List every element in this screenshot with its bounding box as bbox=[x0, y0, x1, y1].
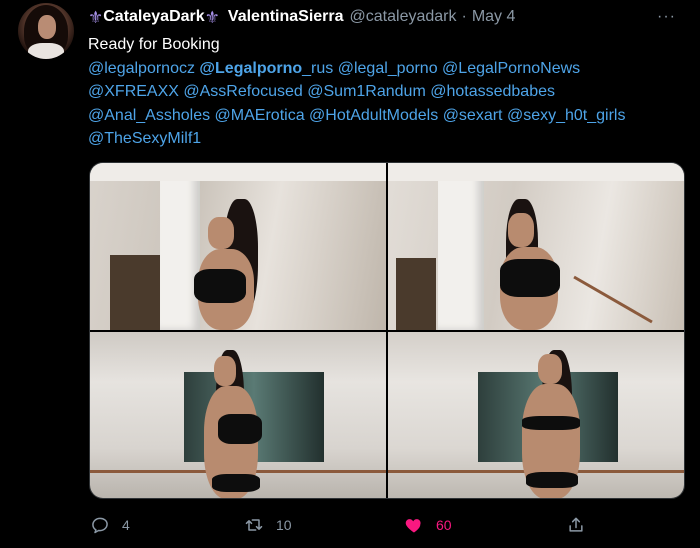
figure-head bbox=[538, 353, 562, 384]
figure-bottom bbox=[212, 473, 260, 492]
avatar-shirt bbox=[28, 43, 64, 59]
figure-shape bbox=[508, 349, 608, 498]
pillar-shape bbox=[438, 163, 484, 330]
avatar-face bbox=[38, 15, 56, 39]
ceiling-beam bbox=[388, 163, 684, 181]
figure-top bbox=[522, 415, 580, 430]
mentions-line-1: @legalpornocz @Legalporno_rus @legal_por… bbox=[88, 57, 688, 81]
mentions-line-4: @TheSexyMilf1 bbox=[88, 127, 688, 151]
mention-link[interactable]: @hotassedbabes bbox=[430, 83, 555, 100]
reply-count: 4 bbox=[122, 517, 130, 533]
display-name[interactable]: CataleyaDark bbox=[103, 8, 204, 26]
share-icon bbox=[569, 517, 583, 532]
share-button[interactable] bbox=[566, 515, 586, 535]
figure-head bbox=[214, 355, 236, 386]
tweet-date[interactable]: May 4 bbox=[472, 8, 516, 26]
reply-button[interactable]: 4 bbox=[90, 515, 130, 535]
separator-dot: · bbox=[461, 8, 467, 25]
figure-head bbox=[208, 217, 234, 249]
mention-link[interactable]: @MAErotica bbox=[215, 107, 305, 124]
figure-shape bbox=[488, 199, 598, 330]
media-grid bbox=[89, 162, 685, 499]
tweet[interactable]: ⚜ CataleyaDark ⚜ ValentinaSierra @catale… bbox=[0, 0, 700, 548]
fleur-de-lis-icon: ⚜ bbox=[204, 7, 220, 27]
tweet-caption: Ready for Booking bbox=[88, 36, 220, 53]
mention-link[interactable]: @HotAdultModels bbox=[309, 107, 438, 124]
mention-link[interactable]: @Anal_Assholes bbox=[88, 107, 210, 124]
author-name[interactable]: ValentinaSierra bbox=[228, 8, 344, 26]
mention-link[interactable]: @LegalPornoNews bbox=[442, 60, 580, 77]
retweet-button[interactable]: 10 bbox=[244, 515, 292, 535]
tweet-actions: 4 10 60 bbox=[88, 512, 598, 538]
mention-link[interactable]: @sexy_h0t_girls bbox=[507, 107, 626, 124]
mention-link[interactable]: @Sum1Randum bbox=[307, 83, 426, 100]
figure-bottom bbox=[526, 471, 578, 488]
more-options-icon[interactable]: ··· bbox=[657, 8, 676, 26]
ceiling-beam bbox=[90, 163, 386, 181]
like-button[interactable]: 60 bbox=[404, 515, 452, 535]
mention-link[interactable]: @legal_porno bbox=[338, 60, 438, 77]
heart-icon bbox=[405, 519, 421, 533]
doorway-shape bbox=[110, 255, 160, 330]
tweet-text: Ready for Booking @legalpornocz @Legalpo… bbox=[88, 33, 688, 151]
mention-link[interactable]: @TheSexyMilf1 bbox=[88, 130, 201, 147]
avatar[interactable] bbox=[18, 3, 74, 59]
retweet-icon bbox=[245, 519, 263, 531]
media-photo-4[interactable] bbox=[388, 331, 684, 498]
figure-shape bbox=[190, 199, 310, 330]
media-photo-2[interactable] bbox=[388, 163, 684, 330]
mention-link[interactable]: @Legalporno_rus bbox=[199, 60, 333, 77]
mention-link[interactable]: @sexart bbox=[443, 107, 503, 124]
media-photo-3[interactable] bbox=[90, 331, 386, 498]
figure-top bbox=[218, 413, 262, 444]
figure-top bbox=[500, 259, 560, 297]
media-photo-1[interactable] bbox=[90, 163, 386, 330]
doorway-shape bbox=[396, 258, 436, 330]
figure-shape bbox=[190, 349, 290, 498]
fleur-de-lis-icon: ⚜ bbox=[88, 7, 104, 27]
figure-top bbox=[194, 269, 246, 303]
figure-head bbox=[508, 213, 534, 247]
mentions-line-2: @XFREAXX @AssRefocused @Sum1Randum @hota… bbox=[88, 80, 688, 104]
mention-link[interactable]: @AssRefocused bbox=[183, 83, 302, 100]
mention-link[interactable]: @legalpornocz bbox=[88, 60, 195, 77]
like-count: 60 bbox=[436, 517, 452, 533]
mention-link[interactable]: @XFREAXX bbox=[88, 83, 179, 100]
tweet-header: ⚜ CataleyaDark ⚜ ValentinaSierra @catale… bbox=[88, 6, 680, 28]
retweet-count: 10 bbox=[276, 517, 292, 533]
author-handle[interactable]: @cataleyadark bbox=[350, 8, 457, 26]
reply-icon bbox=[92, 517, 108, 534]
mentions-line-3: @Anal_Assholes @MAErotica @HotAdultModel… bbox=[88, 104, 688, 128]
